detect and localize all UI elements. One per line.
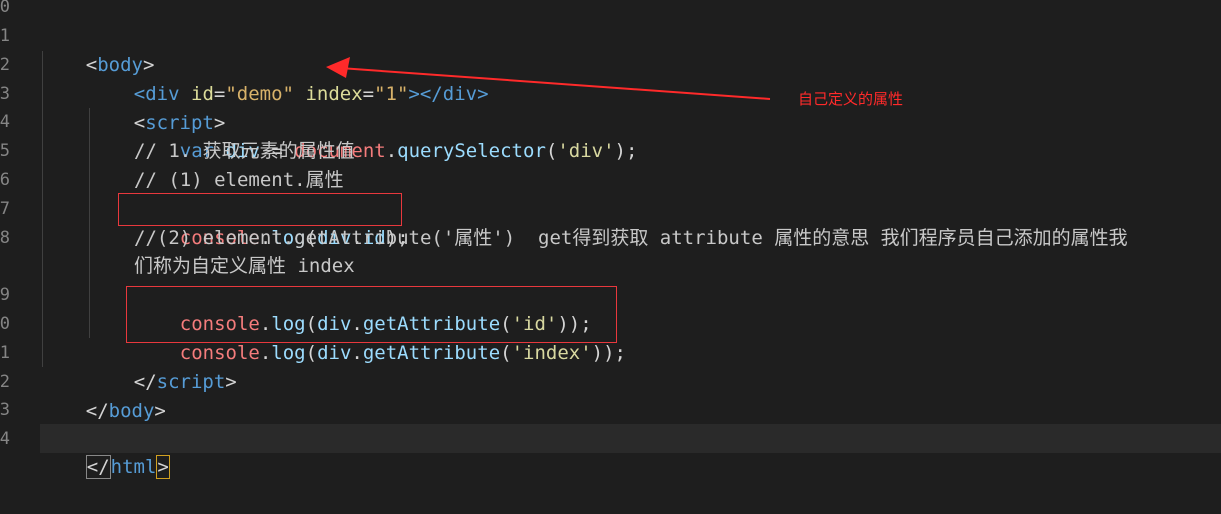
arrow-head xyxy=(326,57,350,78)
code-editor[interactable]: 0 1 2 3 4 5 6 7 8 9 0 1 2 3 4 <body> <di… xyxy=(0,0,1221,514)
annotation-arrow xyxy=(326,57,771,100)
annotation-label: 自己定义的属性 xyxy=(798,90,904,108)
arrow-line xyxy=(339,67,771,100)
